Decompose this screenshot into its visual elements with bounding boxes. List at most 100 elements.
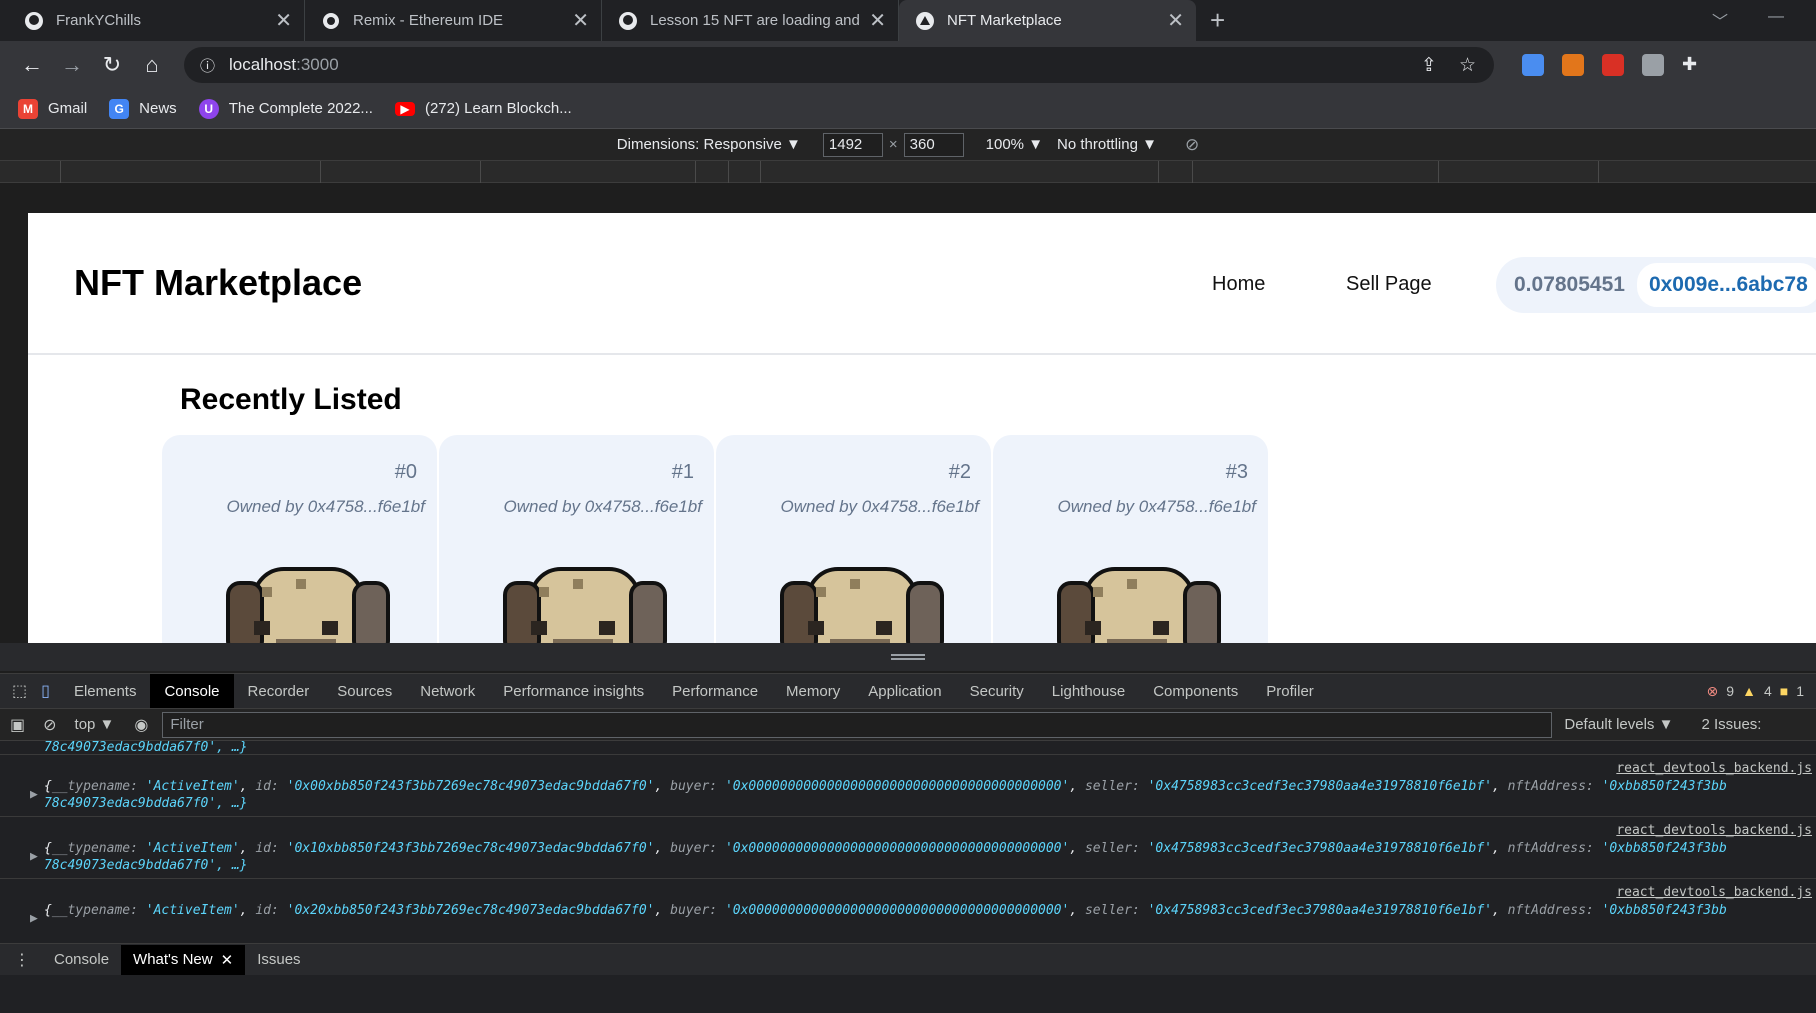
log-entry[interactable]: react_devtools_backend.js ▶ {__typename:…	[0, 879, 1816, 941]
nft-card[interactable]: #1 Owned by 0x4758...f6e1bf	[439, 435, 714, 663]
log-entry[interactable]: 78c49073edac9bdda67f0', …}	[0, 741, 1816, 755]
bookmarks-bar: M Gmail G News U The Complete 2022... ▶ (272…	[0, 89, 1816, 129]
wallet-balance: 0.07805451	[1514, 273, 1625, 296]
owner-text: Owned by 0x4758...f6e1bf	[780, 497, 979, 516]
bookmark-gmail[interactable]: M Gmail	[18, 98, 87, 119]
drawer-tab-issues[interactable]: Issues	[245, 945, 312, 975]
issues-badge-icon: ■	[1779, 682, 1789, 699]
browser-tab-active[interactable]: NFT Marketplace ✕	[899, 0, 1196, 41]
package-extension-icon[interactable]	[1642, 54, 1664, 76]
drawer-menu-icon[interactable]: ⋮	[14, 950, 30, 970]
height-input[interactable]: 360	[903, 132, 964, 157]
tab-security[interactable]: Security	[956, 674, 1038, 708]
log-source-link[interactable]: react_devtools_backend.js	[1616, 885, 1812, 900]
tab-performance-insights[interactable]: Performance insights	[489, 674, 658, 708]
tab-network[interactable]: Network	[406, 674, 489, 708]
error-count-icon: ⊗	[1706, 682, 1719, 699]
nft-card[interactable]: #0 Owned by 0x4758...f6e1bf	[162, 435, 437, 663]
console-filter-input[interactable]: Filter	[162, 711, 1553, 738]
dimensions-select[interactable]: Dimensions: Responsive ▼	[617, 136, 801, 153]
tab-title: NFT Marketplace	[947, 12, 1062, 29]
log-levels-select[interactable]: Default levels ▼	[1564, 716, 1673, 733]
warning-count-icon: ▲	[1742, 682, 1756, 699]
zoom-select[interactable]: 100% ▼	[986, 136, 1043, 153]
browser-tab[interactable]: Lesson 15 NFT are loading and a ✕	[602, 0, 899, 41]
bookmark-star-icon[interactable]: ☆	[1459, 54, 1476, 77]
nft-card[interactable]: #3 Owned by 0x4758...f6e1bf	[993, 435, 1268, 663]
devtools-resize-handle[interactable]	[0, 643, 1816, 671]
address-bar[interactable]: ⓘ localhost:3000 ⇪ ☆	[184, 47, 1494, 83]
context-select[interactable]: top ▼	[75, 716, 115, 733]
tab-console[interactable]: Console	[150, 674, 234, 708]
token-id: #0	[394, 461, 417, 483]
nav-home-link[interactable]: Home	[1212, 273, 1265, 296]
issues-button[interactable]: 2 Issues:	[1701, 716, 1761, 733]
inspect-element-icon[interactable]: ⬚	[12, 681, 27, 701]
log-source-link[interactable]: react_devtools_backend.js	[1616, 823, 1812, 838]
close-tab-icon[interactable]: ✕	[1167, 8, 1184, 33]
minimize-icon[interactable]: —	[1768, 8, 1784, 26]
live-expression-eye-icon[interactable]: ◉	[134, 715, 148, 735]
close-tab-icon[interactable]: ✕	[572, 8, 589, 33]
sidebar-toggle-icon[interactable]: ▣	[10, 715, 25, 735]
reload-icon[interactable]: ↻	[94, 52, 130, 78]
log-source-link[interactable]: react_devtools_backend.js	[1616, 761, 1812, 776]
tab-application[interactable]: Application	[854, 674, 955, 708]
nav-sell-page-link[interactable]: Sell Page	[1346, 273, 1432, 296]
tab-memory[interactable]: Memory	[772, 674, 854, 708]
close-tab-icon[interactable]: ✕	[275, 8, 292, 33]
devtools-counters[interactable]: ⊗ 9 ▲ 4 ■ 1	[1707, 683, 1804, 700]
tab-elements[interactable]: Elements	[60, 674, 151, 708]
device-viewport-area: NFT Marketplace Home Sell Page 0.0780545…	[0, 183, 1816, 673]
bookmark-udemy[interactable]: U The Complete 2022...	[198, 98, 373, 119]
puzzle-extensions-icon[interactable]: ✚	[1682, 54, 1704, 76]
tab-components[interactable]: Components	[1139, 674, 1252, 708]
close-drawer-tab-icon[interactable]: ✕	[221, 951, 234, 969]
throttling-select[interactable]: No throttling ▼	[1057, 136, 1157, 153]
log-entry[interactable]: react_devtools_backend.js ▶ {__typename:…	[0, 817, 1816, 879]
site-info-icon[interactable]: ⓘ	[200, 55, 215, 76]
close-tab-icon[interactable]: ✕	[869, 8, 886, 33]
home-icon[interactable]: ⌂	[134, 52, 170, 78]
drawer-tab-console[interactable]: Console	[42, 945, 121, 975]
device-toolbar: Dimensions: Responsive ▼ 1492 × 360 100%…	[0, 129, 1816, 161]
new-tab-button[interactable]: +	[1210, 5, 1225, 36]
devtools-drawer-tabs: ⋮ Console What's New ✕ Issues	[0, 943, 1816, 975]
forward-icon[interactable]: →	[54, 52, 90, 78]
wallet-address: 0x009e...6abc78	[1636, 263, 1816, 307]
wallet-connect-button[interactable]: 0.07805451 0x009e...6abc78	[1496, 257, 1816, 313]
page-viewport: NFT Marketplace Home Sell Page 0.0780545…	[28, 213, 1816, 663]
app-title: NFT Marketplace	[74, 262, 363, 303]
nft-card[interactable]: #2 Owned by 0x4758...f6e1bf	[716, 435, 991, 663]
clear-console-icon[interactable]: ⊘	[43, 715, 56, 735]
owner-text: Owned by 0x4758...f6e1bf	[503, 497, 702, 516]
rotate-icon[interactable]: ⊘	[1185, 135, 1199, 155]
app-header: NFT Marketplace Home Sell Page 0.0780545…	[28, 213, 1816, 355]
back-icon[interactable]: ←	[14, 52, 50, 78]
console-output: 78c49073edac9bdda67f0', …} react_devtool…	[0, 741, 1816, 943]
log-entry[interactable]: react_devtools_backend.js ▶ {__typename:…	[0, 755, 1816, 817]
drawer-tab-whats-new[interactable]: What's New ✕	[121, 944, 246, 975]
tab-sources[interactable]: Sources	[323, 674, 406, 708]
width-input[interactable]: 1492	[822, 132, 883, 157]
browser-tab[interactable]: Remix - Ethereum IDE ✕	[305, 0, 602, 41]
url-port: :3000	[296, 55, 339, 74]
bookmark-news[interactable]: G News	[109, 98, 177, 119]
device-toggle-icon[interactable]: ▯	[41, 681, 50, 701]
owner-text: Owned by 0x4758...f6e1bf	[226, 497, 425, 516]
tab-recorder[interactable]: Recorder	[234, 674, 324, 708]
tab-profiler[interactable]: Profiler	[1252, 674, 1328, 708]
news-icon: G	[109, 98, 130, 119]
bookmark-youtube[interactable]: ▶ (272) Learn Blockch...	[394, 100, 572, 117]
screen-capture-extension-icon[interactable]	[1522, 54, 1544, 76]
tab-lighthouse[interactable]: Lighthouse	[1038, 674, 1139, 708]
browser-tab[interactable]: FrankYChills ✕	[8, 0, 305, 41]
metamask-extension-icon[interactable]	[1562, 54, 1584, 76]
tab-search-icon[interactable]: ﹀	[1712, 8, 1728, 32]
share-icon[interactable]: ⇪	[1421, 54, 1437, 77]
tab-performance[interactable]: Performance	[658, 674, 772, 708]
media-query-ruler	[0, 161, 1816, 183]
extension-icon[interactable]	[1602, 54, 1624, 76]
udemy-icon: U	[198, 98, 219, 119]
devtools-tabbar: ⬚ ▯ Elements Console Recorder Sources Ne…	[0, 673, 1816, 709]
